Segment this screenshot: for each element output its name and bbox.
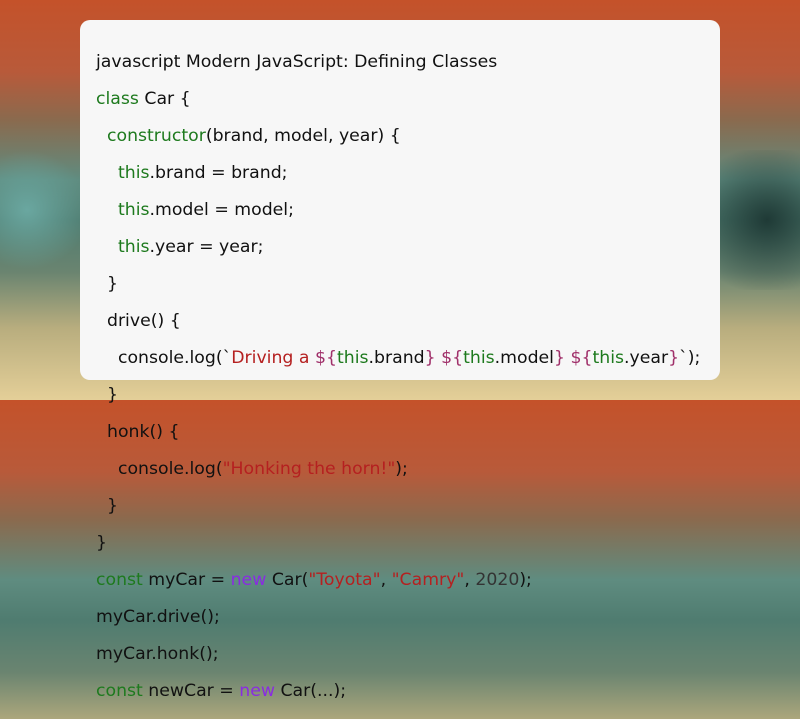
code-text: , (464, 569, 476, 590)
string: "Toyota" (308, 569, 381, 590)
code-line: this.model = model; (96, 199, 720, 220)
code-line: } (96, 273, 118, 294)
background-left-glow (0, 150, 90, 270)
keyword: const (96, 569, 143, 590)
code-line: myCar.honk(); (96, 643, 219, 664)
string: "Camry" (391, 569, 465, 590)
code-text: ); (687, 347, 701, 368)
code-line: } (96, 495, 118, 516)
template-tick: ` (679, 347, 688, 368)
keyword: new (239, 680, 275, 701)
string: "Honking the horn!" (222, 458, 396, 479)
code-title: javascript Modern JavaScript: Defining C… (96, 51, 498, 72)
interp-open: ${ (441, 347, 464, 368)
code-text: console.log( (96, 347, 223, 368)
code-text: .brand = brand; (149, 162, 288, 183)
code-text: Car( (266, 569, 309, 590)
interp-close: } (424, 347, 436, 368)
code-line: myCar.drive(); (96, 606, 220, 627)
code-text: console.log( (96, 458, 223, 479)
code-block: javascript Modern JavaScript: Defining C… (96, 34, 720, 719)
code-text: newCar = (142, 680, 240, 701)
code-text: Car(...); (274, 680, 347, 701)
code-line: class Car { (96, 88, 720, 109)
keyword: this (592, 347, 625, 368)
code-text: Car { (138, 88, 191, 109)
string: Driving a (231, 347, 315, 368)
interp-open: ${ (570, 347, 593, 368)
code-line: this.year = year; (96, 236, 720, 257)
keyword: new (230, 569, 267, 590)
keyword: this (463, 347, 495, 368)
keyword: this (117, 162, 150, 183)
interp-close: } (668, 347, 680, 368)
code-text: myCar = (142, 569, 231, 590)
keyword: this (336, 347, 369, 368)
keyword: constructor (107, 125, 206, 146)
keyword: class (96, 88, 139, 109)
code-card: javascript Modern JavaScript: Defining C… (80, 20, 720, 700)
code-text: , (380, 569, 392, 590)
code-line: } (96, 532, 107, 553)
code-text: ); (395, 458, 408, 479)
template-tick: ` (222, 347, 232, 368)
code-line: const myCar = new Car("Toyota", "Camry",… (96, 569, 720, 590)
interp-open: ${ (314, 347, 337, 368)
code-text: .year = year; (149, 236, 264, 257)
code-line: console.log("Honking the horn!"); (96, 458, 720, 479)
keyword: const (96, 680, 143, 701)
code-line: } (96, 384, 118, 405)
code-text: .model (494, 347, 554, 368)
keyword: this (117, 199, 150, 220)
code-text: ); (519, 569, 532, 590)
code-line: honk() { (96, 421, 180, 442)
number: 2020 (475, 569, 520, 590)
code-line: const newCar = new Car(...); (96, 680, 720, 701)
code-line: drive() { (96, 310, 181, 331)
interp-close: } (553, 347, 565, 368)
code-text: (brand, model, year) { (205, 125, 401, 146)
code-line: this.brand = brand; (96, 162, 720, 183)
code-text: .brand (368, 347, 425, 368)
code-line: console.log(`Driving a ${this.brand} ${t… (96, 347, 720, 368)
code-text: .model = model; (149, 199, 294, 220)
code-text: .year (624, 347, 669, 368)
keyword: this (117, 236, 150, 257)
code-line: constructor(brand, model, year) { (96, 125, 720, 146)
